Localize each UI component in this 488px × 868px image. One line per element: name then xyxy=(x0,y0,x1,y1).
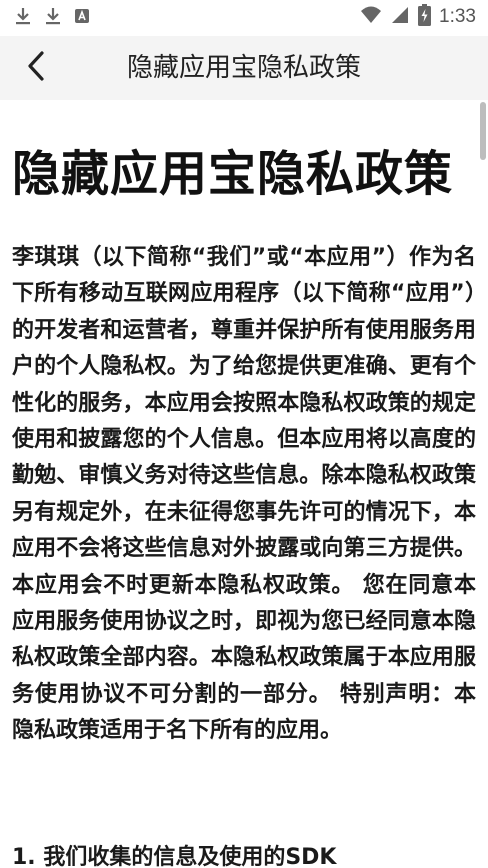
status-bar: 1:33 xyxy=(0,0,488,36)
system-indicators: 1:33 xyxy=(360,4,476,30)
wifi-icon xyxy=(360,5,382,29)
policy-content[interactable]: 隐藏应用宝隐私政策 李琪琪（以下简称“我们”或“本应用”）作为名下所有移动互联网… xyxy=(0,100,488,868)
app-bar-title: 隐藏应用宝隐私政策 xyxy=(126,53,361,83)
section-heading: 1. 我们收集的信息及使用的SDK xyxy=(12,845,337,868)
notification-icons xyxy=(14,6,90,30)
chevron-left-icon xyxy=(25,50,47,86)
document-title: 隐藏应用宝隐私政策 xyxy=(12,146,454,202)
cellular-signal-icon xyxy=(390,5,410,29)
screen: 1:33 隐藏应用宝隐私政策 隐藏应用宝隐私政策 李琪琪（以下简称“我们”或“本… xyxy=(0,0,488,868)
app-bar: 隐藏应用宝隐私政策 xyxy=(0,36,488,100)
scrollbar[interactable] xyxy=(480,102,486,160)
document-body-paragraph: 李琪琪（以下简称“我们”或“本应用”）作为名下所有移动互联网应用程序（以下简称“… xyxy=(12,245,476,744)
download-icon xyxy=(14,6,32,30)
download-icon xyxy=(44,6,62,30)
back-button[interactable] xyxy=(16,48,56,88)
battery-charging-icon xyxy=(418,4,432,30)
status-time: 1:33 xyxy=(439,6,476,27)
app-notification-icon xyxy=(74,7,90,29)
